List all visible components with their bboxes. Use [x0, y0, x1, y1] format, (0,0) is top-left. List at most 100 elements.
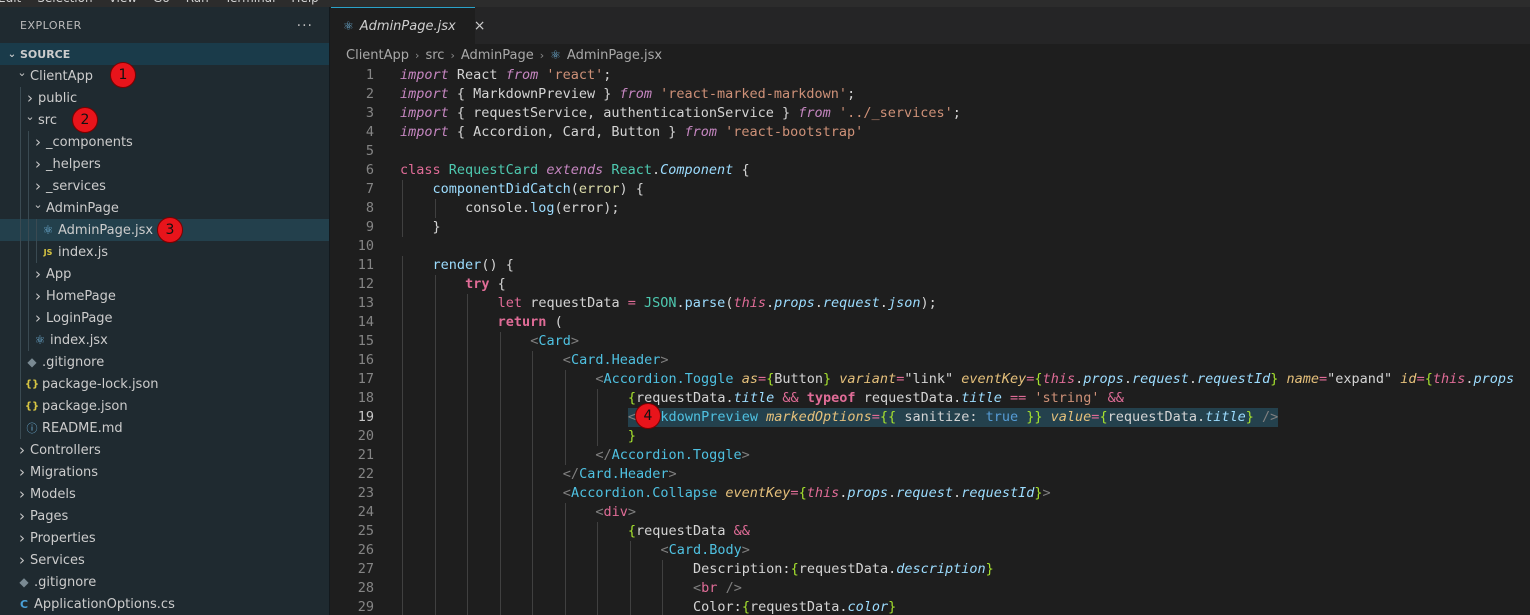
code-line: 1 import React from 'react';	[331, 66, 1530, 85]
code-line: 20}	[331, 427, 1530, 446]
menu-item-4[interactable]: Run	[186, 0, 209, 5]
indent-guide	[499, 579, 501, 598]
tree-item[interactable]: › Properties	[0, 527, 329, 549]
line-number: 29	[357, 599, 374, 615]
tree-item[interactable]: › Controllers	[0, 439, 329, 461]
indent-guide	[467, 522, 469, 541]
code-token: color	[847, 599, 889, 615]
menu-item-2[interactable]: View	[109, 0, 137, 5]
tree-item[interactable]: › Models	[0, 483, 329, 505]
code-token: {	[489, 276, 506, 292]
tree-item[interactable]: › _helpers	[0, 153, 329, 175]
tree-item[interactable]: › Pages	[0, 505, 329, 527]
menu-item-3[interactable]: Go	[153, 0, 170, 5]
code-token: {	[790, 561, 799, 577]
code-area[interactable]: 1 import React from 'react'; 2 import { Mar…	[331, 66, 1530, 615]
tree-item-label: ApplicationOptions.cs	[34, 596, 175, 612]
code-line: 13 let requestData = JSON.parse(this.prop…	[331, 294, 1530, 313]
code-token: div	[603, 504, 628, 520]
tree-item[interactable]: › _services	[0, 175, 329, 197]
breadcrumb-item[interactable]: AdminPage.jsx	[567, 48, 662, 63]
code-token: error	[578, 181, 620, 197]
code-token: (	[570, 181, 579, 197]
code-token: requestData	[636, 523, 734, 539]
menu-item-0[interactable]: Edit	[0, 0, 21, 5]
code-token: <	[660, 542, 669, 558]
tree-item[interactable]: {} package-lock.json	[0, 373, 329, 395]
indent-guide	[532, 598, 534, 615]
section-title: SOURCE	[20, 47, 71, 61]
tree-item[interactable]: ◆ .gitignore	[0, 571, 329, 593]
menu-item-6[interactable]: Help	[291, 0, 318, 5]
code-token: &&	[733, 523, 750, 539]
indent-guide	[597, 560, 599, 579]
indent-guide	[564, 427, 566, 446]
code-text: import { MarkdownPreview } from 'react-m…	[400, 85, 855, 104]
breadcrumb-item[interactable]: ClientApp	[346, 48, 409, 63]
tree-item[interactable]: ⌄ src	[0, 109, 329, 131]
tree-item[interactable]: C ApplicationOptions.cs	[0, 593, 329, 615]
code-text: <Accordion.Toggle as={Button} variant="l…	[595, 370, 1514, 389]
code-text: import { Accordion, Card, Button } from …	[400, 123, 863, 142]
code-token: Component	[660, 162, 734, 178]
tree-item[interactable]: {} package.json	[0, 395, 329, 417]
menu-item-1[interactable]: Selection	[37, 0, 92, 5]
tree-item[interactable]: › Services	[0, 549, 329, 571]
code-token: =	[1416, 371, 1425, 387]
indent-guide	[467, 351, 469, 370]
breadcrumb-item[interactable]: src	[425, 48, 444, 63]
code-token: =	[1319, 371, 1328, 387]
tree-item[interactable]: › App	[0, 263, 329, 285]
code-token: {	[766, 371, 775, 387]
tree-item[interactable]: ⓘ README.md	[0, 417, 329, 439]
code-token: React	[448, 67, 506, 83]
indent-guide	[467, 370, 469, 389]
line-number: 24	[357, 504, 374, 520]
tree-item[interactable]: ⚛ index.jsx	[0, 329, 329, 351]
chevron-down-icon: ⌄	[7, 48, 17, 60]
code-line: 3 import { requestService, authentication…	[331, 104, 1530, 123]
tree-item[interactable]: › HomePage	[0, 285, 329, 307]
tab-adminpage[interactable]: ⚛ AdminPage.jsx ×	[331, 7, 485, 44]
more-actions-icon[interactable]: ···	[297, 18, 313, 34]
close-icon[interactable]: ×	[474, 18, 486, 34]
code-token: (	[546, 314, 563, 330]
tree-item[interactable]: › public	[0, 87, 329, 109]
code-token: .	[652, 162, 661, 178]
tree-item[interactable]: ⌄ AdminPage	[0, 197, 329, 219]
indent-guide	[662, 560, 664, 579]
indent-guide	[532, 579, 534, 598]
indent-guide	[434, 484, 436, 503]
code-line: 8 console.log(error);	[331, 199, 1530, 218]
line-number: 28	[357, 580, 374, 596]
indent-guide	[20, 219, 21, 241]
line-number: 14	[357, 314, 374, 330]
indent-guide	[28, 263, 29, 285]
tree-item-label: index.js	[58, 244, 109, 260]
line-number: 12	[357, 276, 374, 292]
indent-guide	[20, 329, 21, 351]
code-token: .	[953, 485, 962, 501]
indent-guide	[402, 256, 403, 275]
tree-item[interactable]: › _components	[0, 131, 329, 153]
section-source[interactable]: ⌄ SOURCE	[0, 43, 329, 65]
menu-item-5[interactable]: Terminal	[225, 0, 276, 5]
indent-guide	[434, 446, 436, 465]
tree-item[interactable]: JS index.js	[0, 241, 329, 263]
code-token: (error);	[554, 200, 620, 216]
code-token: props	[1083, 371, 1124, 387]
react-file-icon: ⚛	[42, 223, 54, 237]
tree-item[interactable]: ◆ .gitignore	[0, 351, 329, 373]
tree-item[interactable]: ⌄ ClientApp	[0, 65, 329, 87]
tree-item[interactable]: › LoginPage	[0, 307, 329, 329]
line-number: 26	[357, 542, 374, 558]
marker-2: 2	[72, 107, 98, 133]
indent-guide	[467, 313, 469, 332]
code-token: return	[497, 314, 547, 330]
indent-guide	[434, 351, 436, 370]
breadcrumb-item[interactable]: AdminPage	[461, 48, 534, 63]
tree-item[interactable]: › Migrations	[0, 461, 329, 483]
